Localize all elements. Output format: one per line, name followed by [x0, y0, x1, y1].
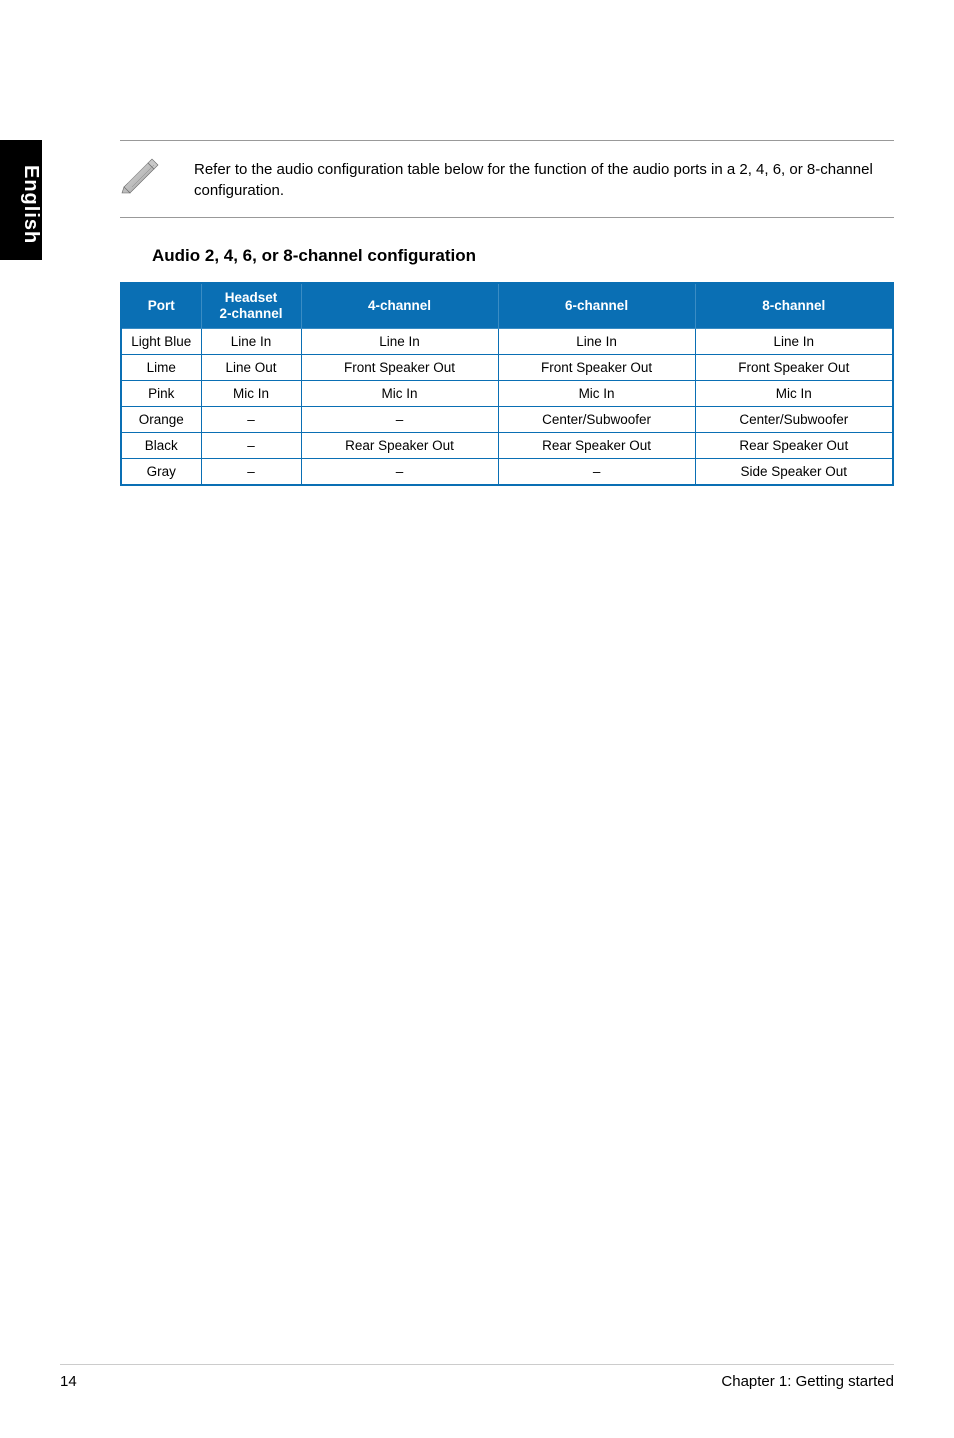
page-content: Refer to the audio configuration table b… [120, 140, 894, 486]
th-8channel: 8-channel [695, 283, 893, 329]
table-header-row: Port Headset 2-channel 4-channel 6-chann… [121, 283, 893, 329]
section-heading: Audio 2, 4, 6, or 8-channel configuratio… [152, 246, 894, 266]
table-cell: Lime [121, 355, 201, 381]
table-cell: Orange [121, 407, 201, 433]
table-cell: Black [121, 433, 201, 459]
table-row: Orange––Center/SubwooferCenter/Subwoofer [121, 407, 893, 433]
table-cell: Rear Speaker Out [301, 433, 498, 459]
table-cell: – [301, 407, 498, 433]
table-row: Black–Rear Speaker OutRear Speaker OutRe… [121, 433, 893, 459]
table-cell: – [201, 433, 301, 459]
table-cell: – [201, 407, 301, 433]
table-cell: Line In [498, 329, 695, 355]
table-row: Light BlueLine InLine InLine InLine In [121, 329, 893, 355]
table-cell: – [301, 459, 498, 486]
table-cell: Center/Subwoofer [498, 407, 695, 433]
table-cell: – [498, 459, 695, 486]
table-cell: Mic In [498, 381, 695, 407]
table-cell: Mic In [695, 381, 893, 407]
table-cell: Rear Speaker Out [498, 433, 695, 459]
pencil-note-icon [120, 157, 164, 195]
table-cell: Gray [121, 459, 201, 486]
chapter-label: Chapter 1: Getting started [721, 1373, 894, 1390]
th-4channel: 4-channel [301, 283, 498, 329]
table-cell: Line In [301, 329, 498, 355]
th-headset: Headset 2-channel [201, 283, 301, 329]
page-footer: 14 Chapter 1: Getting started [60, 1364, 894, 1390]
th-port: Port [121, 283, 201, 329]
table-cell: Side Speaker Out [695, 459, 893, 486]
th-6channel: 6-channel [498, 283, 695, 329]
table-cell: Line In [695, 329, 893, 355]
audio-config-table: Port Headset 2-channel 4-channel 6-chann… [120, 282, 894, 486]
table-cell: Line In [201, 329, 301, 355]
table-cell: Front Speaker Out [301, 355, 498, 381]
table-cell: Line Out [201, 355, 301, 381]
table-cell: Front Speaker Out [498, 355, 695, 381]
table-cell: Pink [121, 381, 201, 407]
page-number: 14 [60, 1373, 77, 1390]
table-row: Gray–––Side Speaker Out [121, 459, 893, 486]
table-cell: – [201, 459, 301, 486]
table-row: PinkMic InMic InMic InMic In [121, 381, 893, 407]
table-cell: Center/Subwoofer [695, 407, 893, 433]
table-cell: Rear Speaker Out [695, 433, 893, 459]
table-row: LimeLine OutFront Speaker OutFront Speak… [121, 355, 893, 381]
table-cell: Front Speaker Out [695, 355, 893, 381]
language-tab: English [0, 140, 42, 260]
table-cell: Mic In [201, 381, 301, 407]
note-text: Refer to the audio configuration table b… [194, 157, 894, 201]
note-callout: Refer to the audio configuration table b… [120, 140, 894, 218]
table-cell: Mic In [301, 381, 498, 407]
table-cell: Light Blue [121, 329, 201, 355]
